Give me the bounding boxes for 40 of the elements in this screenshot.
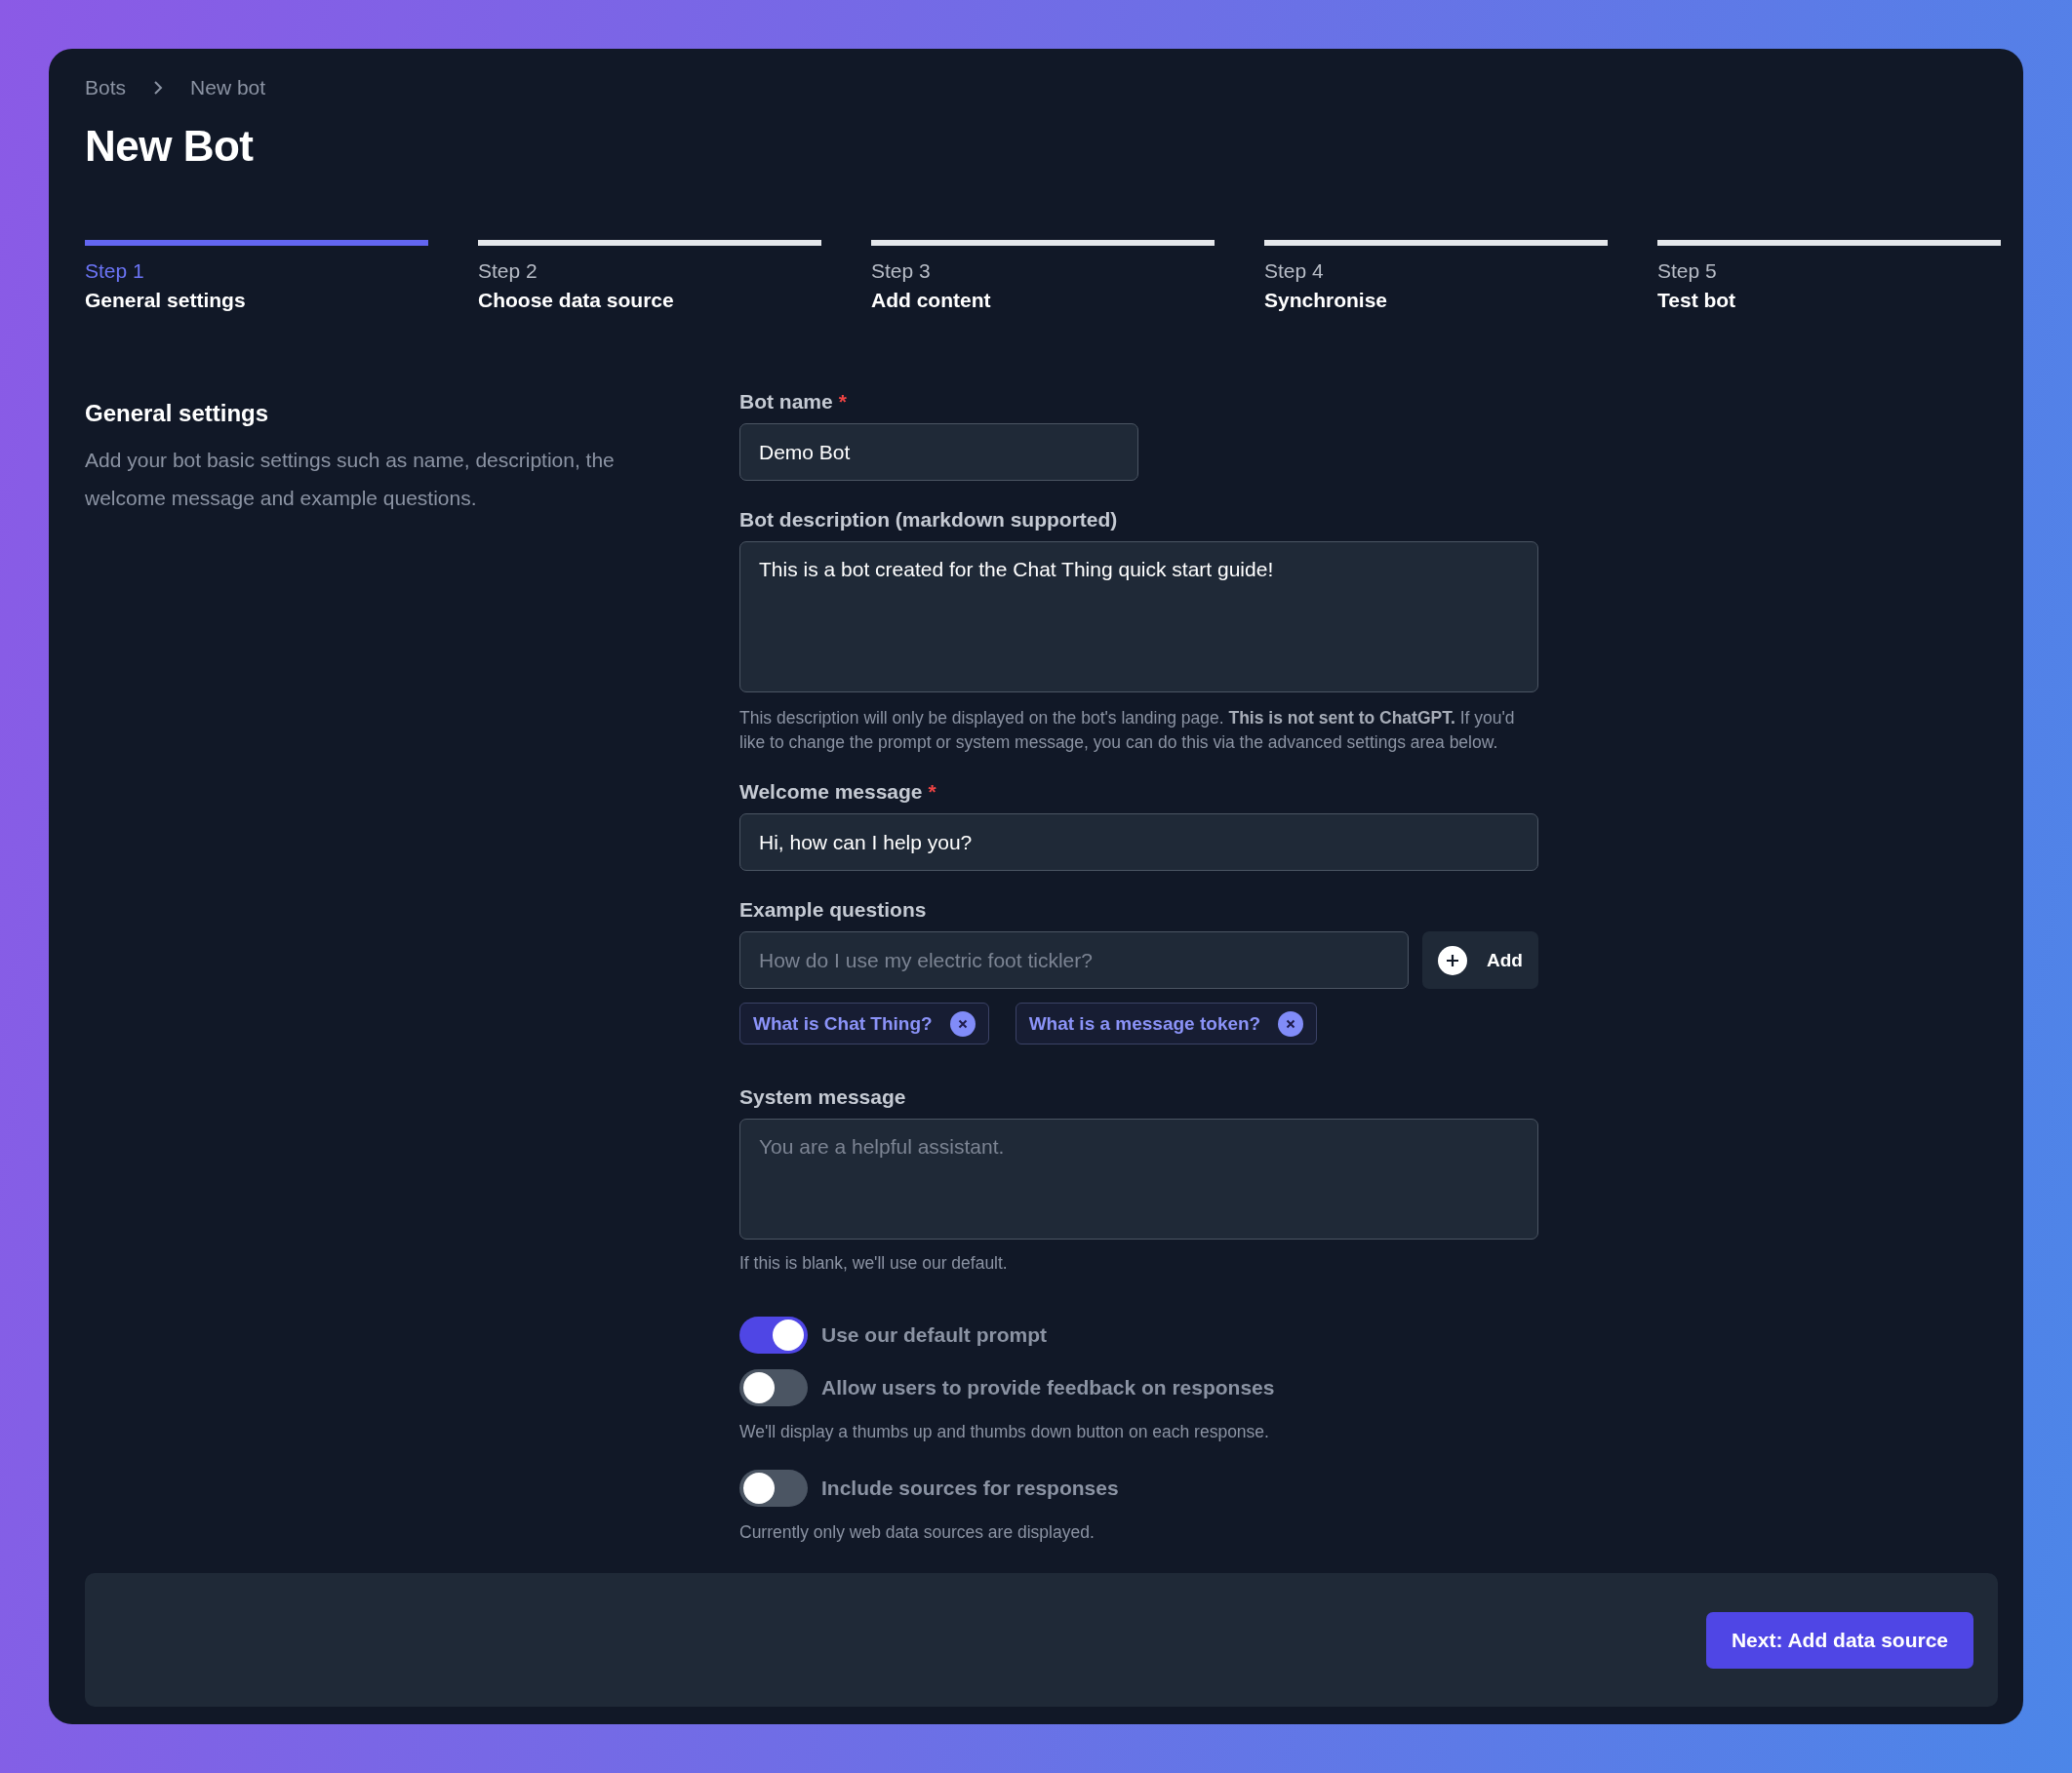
field-label: Bot name	[739, 390, 833, 414]
toggle-switch[interactable]	[739, 1470, 808, 1508]
chevron-right-icon	[153, 80, 164, 96]
required-mark: *	[838, 390, 847, 414]
step-tab[interactable]: Step 4 Synchronise	[1264, 240, 1608, 313]
chip-label: What is Chat Thing?	[753, 1012, 933, 1035]
toggle-label: Allow users to provide feedback on responses	[821, 1376, 1275, 1400]
plus-circle-icon	[1438, 945, 1468, 975]
step-tab[interactable]: Step 1 General settings	[85, 240, 428, 313]
field-label: System message	[739, 1085, 906, 1110]
step-tab[interactable]: Step 5 Test bot	[1657, 240, 2001, 313]
step-tab[interactable]: Step 3 Add content	[871, 240, 1215, 313]
required-mark: *	[928, 780, 936, 805]
toggle-switch[interactable]	[739, 1369, 808, 1407]
toggle-label: Use our default prompt	[821, 1323, 1047, 1348]
remove-icon[interactable]	[949, 1010, 976, 1037]
breadcrumb-link[interactable]: Bots	[85, 76, 127, 99]
welcome-message-field[interactable]: Hi, how can I help you?	[739, 813, 1538, 872]
system-message-field[interactable]: You are a helpful assistant.	[739, 1119, 1538, 1241]
section-title: General settings	[85, 400, 270, 428]
next-button[interactable]: Next: Add data source	[1705, 1611, 1973, 1669]
step-tab[interactable]: Step 2 Choose data source	[478, 240, 821, 313]
help-text: This description will only be displayed on the bot's landing page. This is not sent to ChatGPT. If you'd like to change the prompt or system message, you can do this via the advanced settings area below.	[739, 707, 1516, 755]
breadcrumb-link[interactable]: New bot	[190, 76, 266, 99]
add-button[interactable]: Add	[1422, 931, 1538, 990]
section-description: Add your bot basic settings such as name, description, the welcome message and example questions.	[85, 448, 616, 512]
help-text: We'll display a thumbs up and thumbs down button on each response.	[739, 1421, 1270, 1444]
bot-description-field[interactable]: This is a bot created for the Chat Thing quick start guide!	[739, 541, 1538, 693]
field-label: Welcome message	[739, 780, 923, 805]
remove-icon[interactable]	[1278, 1010, 1304, 1037]
example-question-field[interactable]: How do I use my electric foot tickler?	[739, 931, 1409, 990]
help-text: If this is blank, we'll use our default.	[739, 1252, 1009, 1276]
toggle-label: Include sources for responses	[821, 1477, 1119, 1501]
chip-label: What is a message token?	[1028, 1012, 1261, 1035]
help-text: Currently only web data sources are displayed.	[739, 1521, 1096, 1545]
bot-name-field[interactable]: Demo Bot	[739, 423, 1138, 482]
page-title: New Bot	[85, 123, 255, 171]
toggle-switch[interactable]	[739, 1317, 808, 1355]
field-label: Example questions	[739, 898, 927, 923]
field-label: Bot description (markdown supported)	[739, 508, 1118, 532]
